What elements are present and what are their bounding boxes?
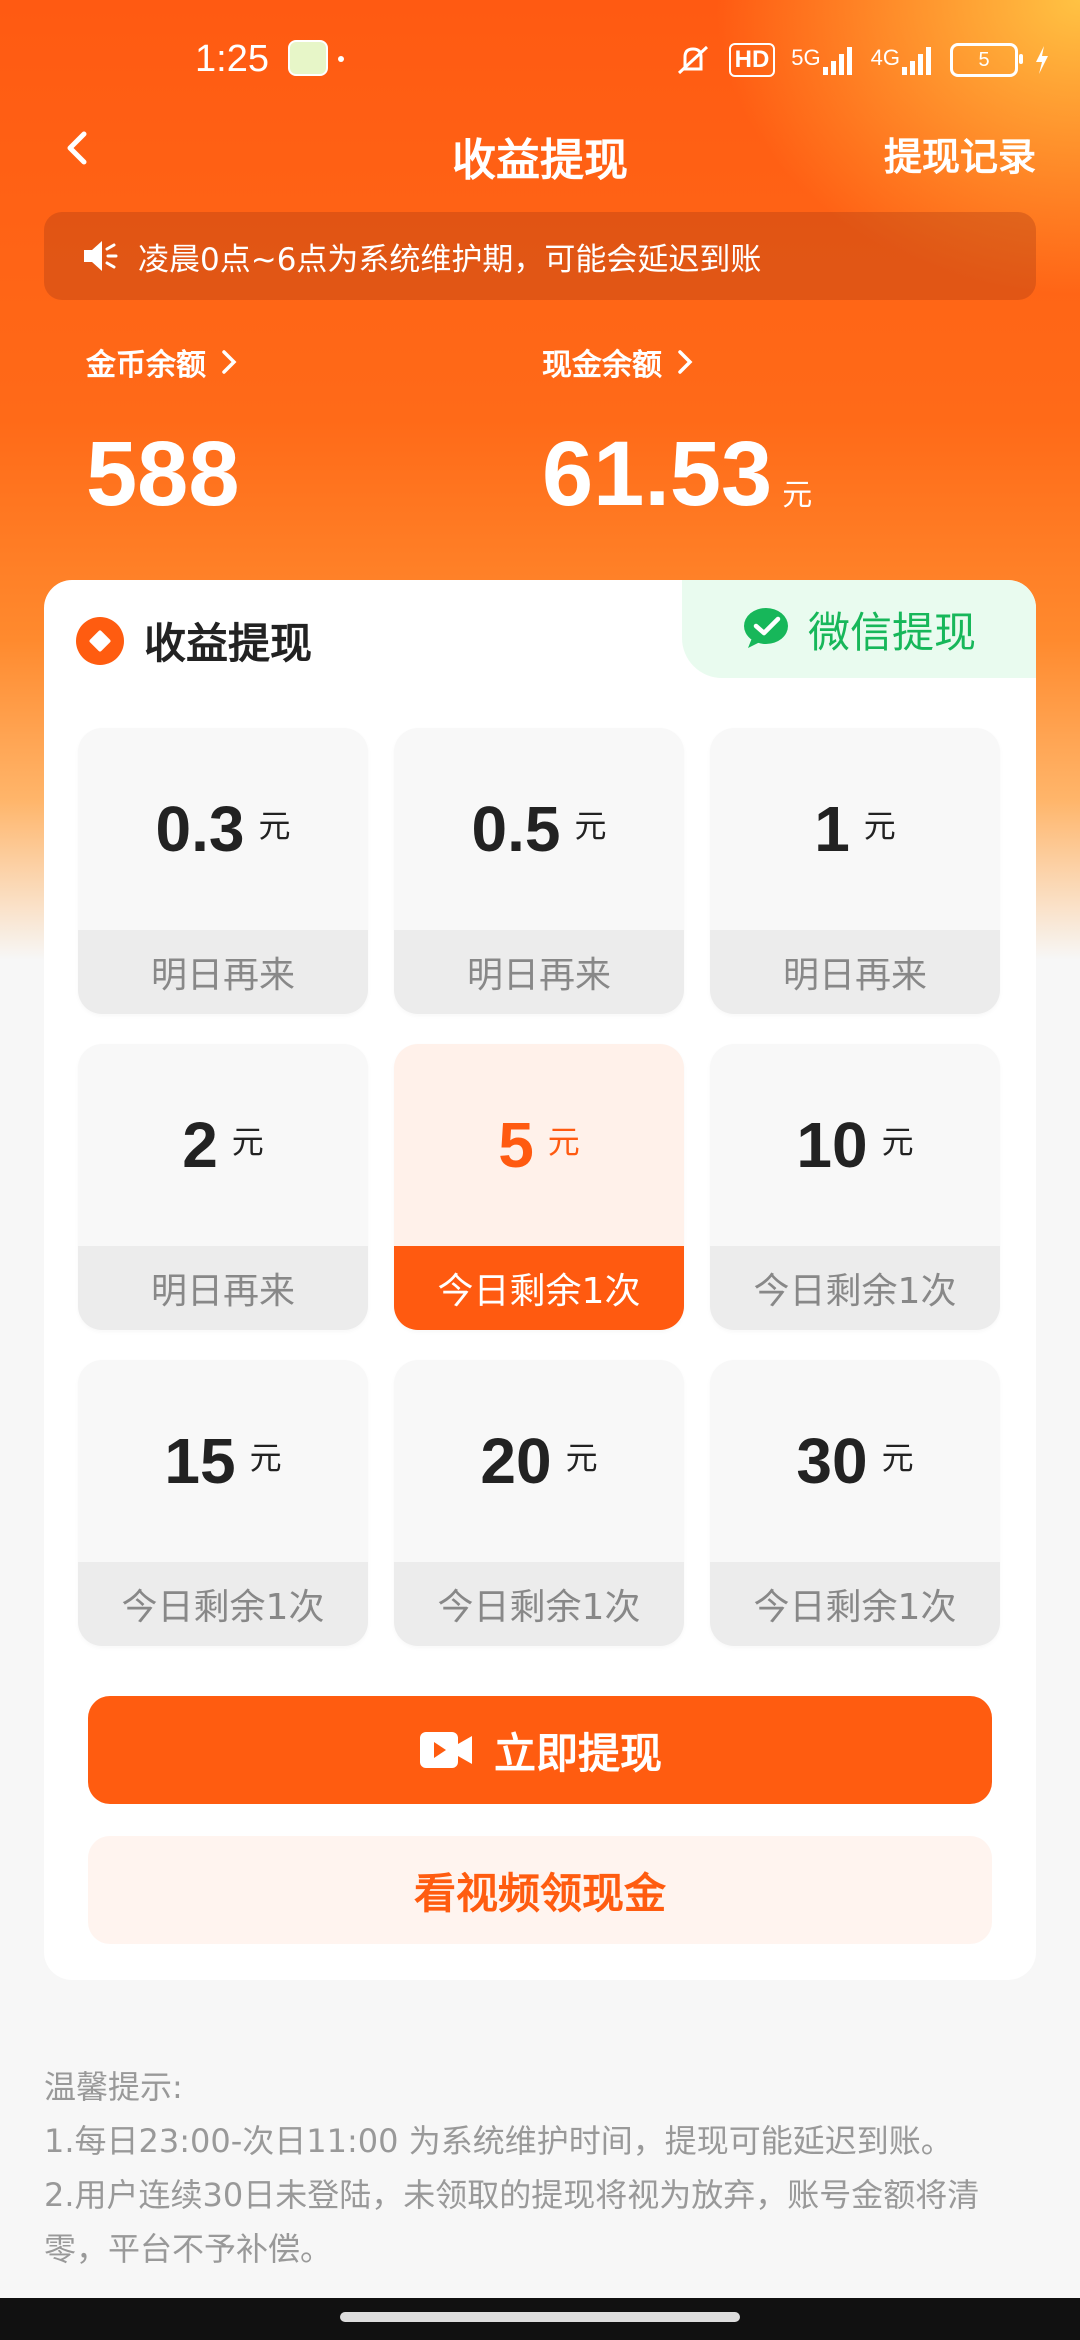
coin-balance-label: 金币余额 [86, 348, 206, 383]
watch-video-label: 看视频领现金 [413, 1868, 666, 1918]
amount-option-2[interactable]: 2元 明日再来 [78, 1044, 368, 1330]
amount-status: 明日再来 [710, 930, 1000, 1014]
amount-status: 今日剩余1次 [394, 1246, 684, 1330]
coin-balance[interactable]: 金币余额 588 [86, 340, 240, 527]
cash-balance[interactable]: 现金余额 61.53 元 [542, 340, 812, 527]
cash-balance-label: 现金余额 [542, 348, 662, 383]
coin-balance-value: 588 [86, 423, 240, 525]
amount-unit: 元 [547, 1123, 580, 1161]
tips-line-2: 2.用户连续30日未登陆，未领取的提现将视为放弃，账号金额将清零，平台不予补偿。 [44, 2176, 980, 2268]
notification-dot-icon [338, 56, 344, 62]
app-notification-icon [288, 40, 328, 76]
video-camera-icon [419, 1732, 472, 1768]
charging-icon [1036, 46, 1048, 74]
amount-status: 今日剩余1次 [710, 1562, 1000, 1646]
card-title: 收益提现 [144, 619, 313, 668]
speaker-icon [84, 241, 118, 271]
amount-status: 今日剩余1次 [78, 1562, 368, 1646]
battery-level: 5 [978, 48, 990, 71]
amount-option-30[interactable]: 30 元 今日剩余1次 [710, 1360, 1000, 1646]
hd-badge: HD [728, 43, 776, 77]
amount-value: 1 [814, 793, 850, 865]
notice-text: 凌晨0点~6点为系统维护期，可能会延迟到账 [138, 241, 762, 278]
amount-unit: 元 [881, 1439, 914, 1477]
amount-option-1[interactable]: 1元 明日再来 [710, 728, 1000, 1014]
cash-unit: 元 [782, 479, 813, 512]
mute-icon [677, 45, 708, 75]
watch-video-button[interactable]: 看视频领现金 [88, 1836, 992, 1944]
amount-value: 15 [164, 1425, 236, 1497]
amount-option-5-selected[interactable]: 5元 今日剩余1次 [394, 1044, 684, 1330]
withdraw-logo-icon [76, 616, 124, 665]
cash-balance-value: 61.53 [542, 423, 773, 525]
tips-title: 温馨提示: [44, 2068, 183, 2106]
amount-unit: 元 [565, 1439, 598, 1477]
amount-option-10[interactable]: 10 元 今日剩余1次 [710, 1044, 1000, 1330]
wechat-withdraw-label: 微信提现 [807, 607, 976, 657]
status-time: 1:25 [195, 38, 269, 80]
amount-unit: 元 [881, 1123, 914, 1161]
withdraw-records-link[interactable]: 提现记录 [884, 126, 1036, 181]
amount-value: 10 [796, 1109, 868, 1181]
amount-value: 5 [498, 1109, 534, 1181]
amount-value: 20 [480, 1425, 552, 1497]
page-header: 收益提现 提现记录 [0, 110, 1080, 190]
amount-unit: 元 [231, 1123, 264, 1161]
status-icons: HD 5G 4G 5 [673, 40, 1050, 80]
amount-option-0.3[interactable]: 0.3 元 明日再来 [78, 728, 368, 1014]
signal-4g-icon: 4G [871, 45, 934, 75]
withdraw-now-label: 立即提现 [493, 1728, 662, 1778]
net-4g-label: 4G [870, 45, 900, 70]
withdraw-now-button[interactable]: 立即提现 [88, 1696, 992, 1804]
maintenance-notice: 凌晨0点~6点为系统维护期，可能会延迟到账 [44, 212, 1036, 300]
amount-status: 明日再来 [78, 930, 368, 1014]
amount-value: 30 [796, 1425, 868, 1497]
amount-status: 今日剩余1次 [710, 1246, 1000, 1330]
amount-unit: 元 [249, 1439, 282, 1477]
net-5g-label: 5G [791, 45, 821, 70]
chevron-right-icon [222, 350, 237, 374]
amount-unit: 元 [258, 807, 291, 845]
amount-unit: 元 [574, 807, 607, 845]
amount-option-15[interactable]: 15 元 今日剩余1次 [78, 1360, 368, 1646]
amount-option-0.5[interactable]: 0.5 元 明日再来 [394, 728, 684, 1014]
withdraw-card: 收益提现 微信提现 0.3 元 明日再来 0.5 元 明日再来 1元 明日再来 2元… [44, 580, 1036, 1980]
home-indicator[interactable] [0, 2298, 1080, 2340]
chevron-right-icon [678, 350, 693, 374]
amount-status: 今日剩余1次 [394, 1562, 684, 1646]
amount-option-20[interactable]: 20 元 今日剩余1次 [394, 1360, 684, 1646]
amount-status: 明日再来 [78, 1246, 368, 1330]
wechat-icon [743, 608, 788, 648]
signal-5g-icon: 5G [791, 45, 854, 75]
card-header: 收益提现 [76, 610, 312, 671]
amount-value: 0.3 [155, 793, 245, 865]
amount-unit: 元 [863, 807, 896, 845]
battery-icon: 5 [950, 43, 1023, 77]
status-bar: 1:25 HD 5G 4G 5 [0, 0, 1080, 120]
amount-value: 0.5 [471, 793, 561, 865]
tips-line-1: 1.每日23:00-次日11:00 为系统维护时间，提现可能延迟到账。 [44, 2122, 953, 2160]
wechat-withdraw-tab[interactable]: 微信提现 [682, 580, 1036, 678]
amount-value: 2 [182, 1109, 218, 1181]
tips-section: 温馨提示: 1.每日23:00-次日11:00 为系统维护时间，提现可能延迟到账… [44, 2060, 1036, 2276]
amount-status: 明日再来 [394, 930, 684, 1014]
